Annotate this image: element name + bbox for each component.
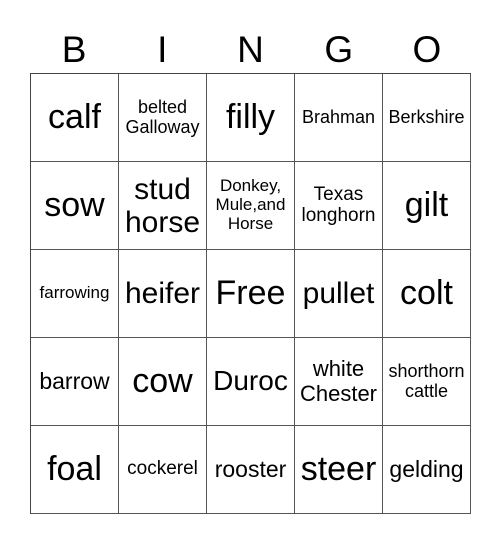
header-letter-g: G	[324, 29, 354, 70]
bingo-cell-label: gilt	[404, 185, 449, 224]
bingo-cell-label: heifer	[124, 277, 201, 310]
bingo-grid: calf belted Galloway filly Brahman Berkshire…	[30, 73, 471, 514]
bingo-cell-label: colt	[400, 273, 453, 312]
bingo-cell[interactable]: shorthorn cattle	[383, 338, 471, 426]
bingo-cell[interactable]: stud horse	[119, 162, 207, 250]
bingo-cell-label: Donkey, Mule,and Horse	[215, 176, 286, 233]
bingo-cell[interactable]: barrow	[31, 338, 119, 426]
bingo-cell-label: rooster	[214, 455, 287, 482]
bingo-cell[interactable]: steer	[295, 426, 383, 514]
bingo-header: B I N G O	[30, 28, 471, 72]
bingo-cell[interactable]: cow	[119, 338, 207, 426]
bingo-cell[interactable]: Brahman	[295, 74, 383, 162]
bingo-cell[interactable]: filly	[207, 74, 295, 162]
bingo-cell-label: cockerel	[127, 458, 198, 480]
bingo-cell[interactable]: calf	[31, 74, 119, 162]
bingo-cell-label: shorthorn cattle	[388, 360, 465, 401]
header-letter-n: N	[237, 29, 264, 70]
bingo-cell-label: belted Galloway	[125, 96, 200, 137]
bingo-cell-label: stud horse	[124, 172, 201, 239]
bingo-cell[interactable]: sow	[31, 162, 119, 250]
bingo-cell-label: Brahman	[301, 106, 376, 127]
bingo-cell-label: foal	[47, 449, 102, 488]
bingo-cell[interactable]: belted Galloway	[119, 74, 207, 162]
bingo-cell-label: barrow	[39, 367, 110, 394]
bingo-cell-label: white Chester	[299, 356, 378, 406]
bingo-cell-label: farrowing	[39, 283, 110, 303]
bingo-cell[interactable]: rooster	[207, 426, 295, 514]
bingo-cell[interactable]: Texas longhorn	[295, 162, 383, 250]
bingo-cell[interactable]: Duroc	[207, 338, 295, 426]
header-letter-o: O	[412, 29, 442, 70]
bingo-cell-label: Texas longhorn	[301, 183, 376, 226]
bingo-cell-label: filly	[225, 97, 276, 136]
bingo-cell-label: steer	[300, 449, 377, 488]
bingo-cell-label: calf	[48, 97, 101, 136]
bingo-cell[interactable]: farrowing	[31, 250, 119, 338]
bingo-cell-label: pullet	[302, 277, 375, 310]
bingo-cell-label: Free	[215, 273, 286, 312]
bingo-cell[interactable]: foal	[31, 426, 119, 514]
bingo-cell[interactable]: pullet	[295, 250, 383, 338]
bingo-cell[interactable]: gilt	[383, 162, 471, 250]
bingo-cell-label: gelding	[389, 455, 464, 482]
bingo-cell-label: Berkshire	[388, 106, 465, 127]
bingo-cell[interactable]: cockerel	[119, 426, 207, 514]
bingo-cell-label: Duroc	[213, 365, 288, 397]
bingo-cell[interactable]: white Chester	[295, 338, 383, 426]
free-space-cell[interactable]: Free	[207, 250, 295, 338]
bingo-cell[interactable]: colt	[383, 250, 471, 338]
bingo-cell[interactable]: Donkey, Mule,and Horse	[207, 162, 295, 250]
header-letter-b: B	[61, 29, 87, 70]
bingo-cell[interactable]: heifer	[119, 250, 207, 338]
bingo-cell-label: sow	[44, 185, 105, 224]
bingo-cell-label: cow	[132, 361, 193, 400]
bingo-cell[interactable]: gelding	[383, 426, 471, 514]
header-letter-i: I	[157, 29, 168, 70]
bingo-cell[interactable]: Berkshire	[383, 74, 471, 162]
